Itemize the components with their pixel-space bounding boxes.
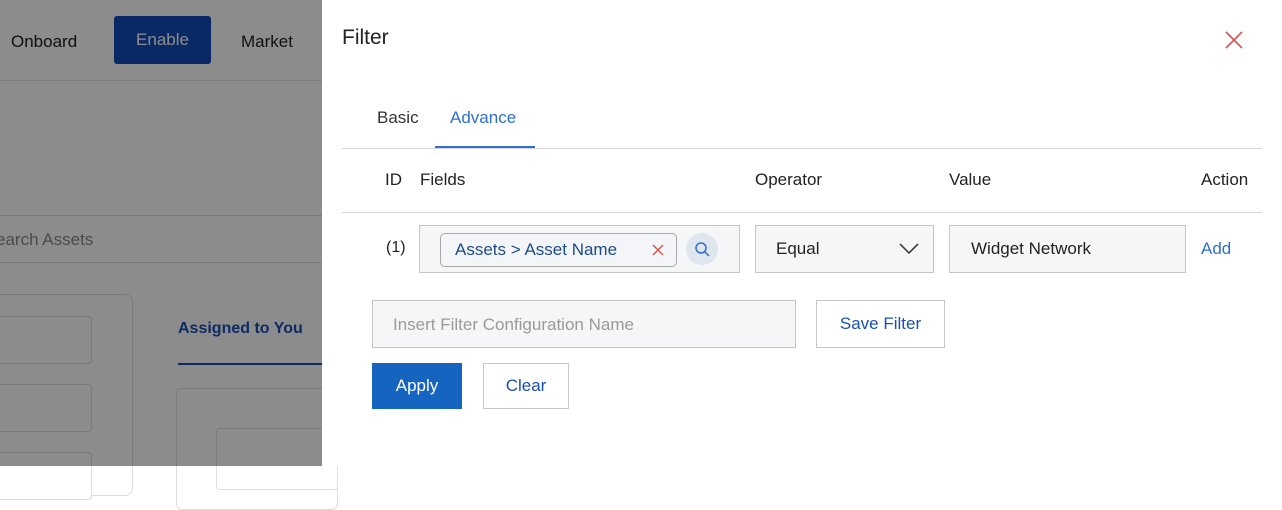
header-divider xyxy=(342,212,1262,213)
search-icon xyxy=(695,242,710,257)
value-input[interactable]: Widget Network xyxy=(949,225,1186,273)
filter-config-name-input[interactable]: Insert Filter Configuration Name xyxy=(372,300,796,348)
filter-config-placeholder: Insert Filter Configuration Name xyxy=(393,315,634,334)
close-icon[interactable] xyxy=(651,243,665,257)
add-row-link[interactable]: Add xyxy=(1201,239,1231,259)
column-header-id: ID xyxy=(385,170,402,189)
field-chip: Assets > Asset Name xyxy=(440,233,677,267)
save-filter-button[interactable]: Save Filter xyxy=(816,300,945,348)
column-header-action: Action xyxy=(1201,170,1249,189)
operator-select[interactable]: Equal xyxy=(755,225,934,273)
modal-overlay[interactable] xyxy=(0,0,322,466)
clear-button[interactable]: Clear xyxy=(483,363,569,409)
chevron-down-icon xyxy=(899,243,919,255)
field-search-button[interactable] xyxy=(686,233,718,265)
tab-advance[interactable]: Advance xyxy=(450,108,516,128)
column-header-value: Value xyxy=(949,170,992,189)
operator-value: Equal xyxy=(776,239,820,258)
drawer-title: Filter xyxy=(342,26,389,49)
close-icon xyxy=(1225,31,1243,49)
row-id: (1) xyxy=(386,239,406,256)
field-chip-label: Assets > Asset Name xyxy=(455,240,618,259)
column-header-operator: Operator xyxy=(755,170,823,189)
filter-drawer: Filter Basic Advance ID Fields Operator … xyxy=(322,0,1282,466)
close-button[interactable] xyxy=(1222,28,1246,52)
tabs-divider xyxy=(342,148,1262,149)
column-header-fields: Fields xyxy=(420,170,466,189)
tab-basic[interactable]: Basic xyxy=(377,108,419,128)
apply-button[interactable]: Apply xyxy=(372,363,462,409)
value-text: Widget Network xyxy=(971,239,1091,258)
fields-selector[interactable]: Assets > Asset Name xyxy=(419,225,740,273)
